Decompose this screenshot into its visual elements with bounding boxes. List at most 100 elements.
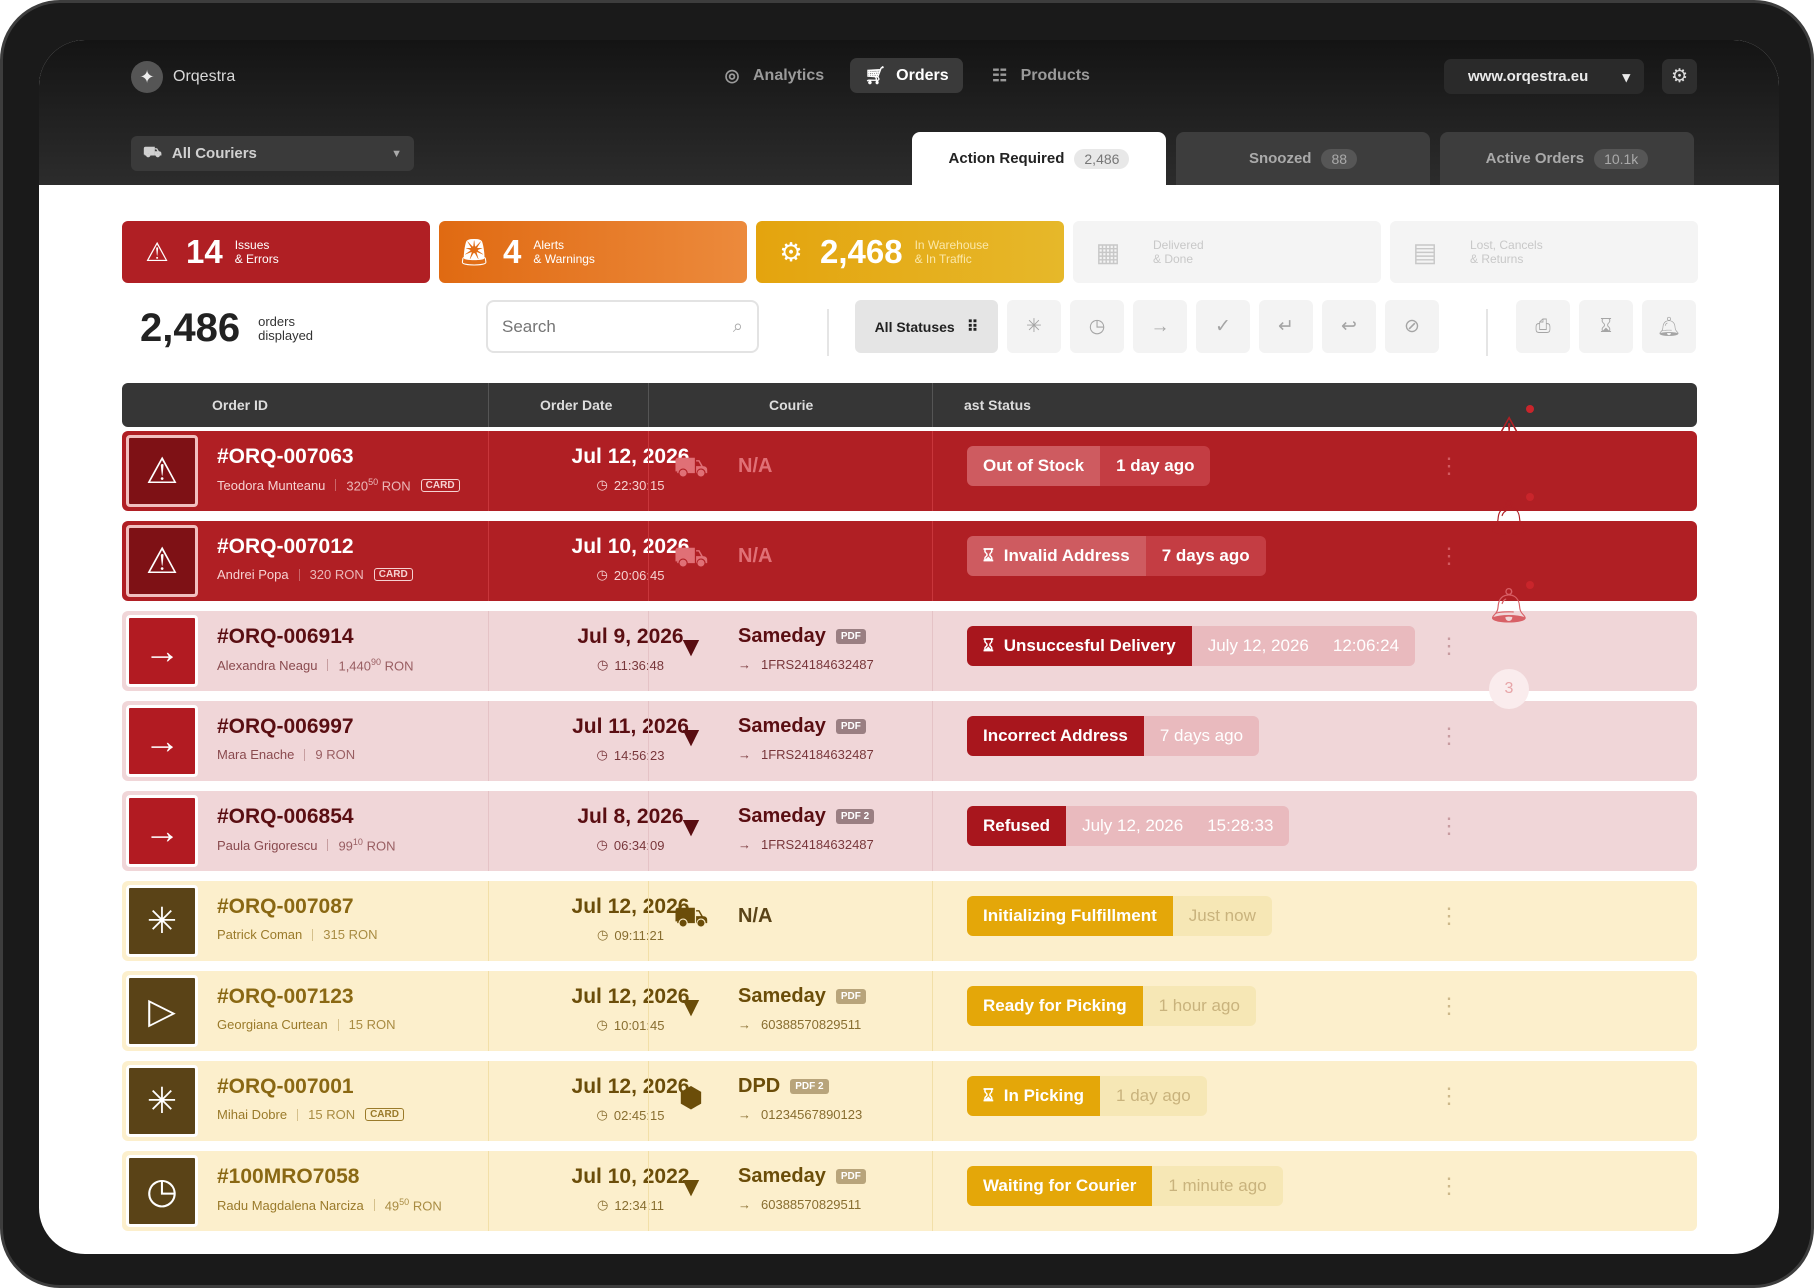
tab-label: Active Orders xyxy=(1485,150,1585,167)
summary-lost-card[interactable]: ▤ Lost, Cancels & Returns xyxy=(1390,221,1698,283)
warning-icon: ⚠ xyxy=(1493,411,1525,449)
order-customer: Mihai Dobre 15 RON CARD xyxy=(217,1107,404,1122)
side-alerts: ⚠ 🔔︎ 🔔︎ 3 xyxy=(1479,405,1539,709)
column-header-order-id[interactable]: Order ID xyxy=(212,383,268,427)
search-input[interactable] xyxy=(502,316,733,337)
filter-returned-button[interactable]: ↵ xyxy=(1259,300,1313,353)
nav-analytics[interactable]: ◎ Analytics xyxy=(707,58,838,93)
table-row[interactable]: → #ORQ-006997 Mara Enache 9 RON Jul 11, 2026… xyxy=(122,701,1697,781)
customer-name: Patrick Coman xyxy=(217,927,303,942)
status-pill[interactable]: ⌛︎ Unsuccesful Delivery July 12, 2026 12:06… xyxy=(967,626,1416,666)
print-button[interactable]: ⎙ xyxy=(1516,300,1570,353)
status-pill[interactable]: ⌛︎ In Picking 1 day ago xyxy=(967,1076,1207,1116)
outline-alert-button[interactable]: 🔔︎ xyxy=(1484,581,1534,631)
tracking-number[interactable]: 01234567890123 xyxy=(761,1107,862,1122)
order-id[interactable]: #ORQ-007087 xyxy=(217,895,354,919)
filter-cancelled-button[interactable]: ⊘ xyxy=(1385,300,1439,353)
summary-delivered-card[interactable]: ▦ Delivered & Done xyxy=(1073,221,1381,283)
table-row[interactable]: → #ORQ-006854 Paula Grigorescu 9910 RON Jul … xyxy=(122,791,1697,871)
warning-alert-button[interactable]: ⚠ xyxy=(1484,405,1534,455)
column-divider xyxy=(648,1151,649,1231)
tracking-number[interactable]: 1FRS24184632487 xyxy=(761,837,874,852)
row-menu-button[interactable]: ⋮ xyxy=(1438,453,1460,479)
order-id[interactable]: #ORQ-007001 xyxy=(217,1075,354,1099)
filter-delivered-button[interactable]: ✓ xyxy=(1196,300,1250,353)
siren-icon: 🚨︎ xyxy=(457,236,491,267)
table-row[interactable]: ✳ #ORQ-007001 Mihai Dobre 15 RON CARD Jul 12,… xyxy=(122,1061,1697,1141)
table-row[interactable]: → #ORQ-006914 Alexandra Neagu 1,44090 RON Ju… xyxy=(122,611,1697,691)
awb-pdf-button[interactable]: PDF 2 xyxy=(835,809,875,824)
column-header-courier[interactable]: Courie xyxy=(769,383,813,427)
row-menu-button[interactable]: ⋮ xyxy=(1438,723,1460,749)
all-statuses-button[interactable]: All Statuses ⠿ xyxy=(855,300,998,353)
status-pill[interactable]: Waiting for Courier 1 minute ago xyxy=(967,1166,1283,1206)
filter-double-return-button[interactable]: ↩ xyxy=(1322,300,1376,353)
domain-select[interactable]: www.orqestra.eu ▾ xyxy=(1444,59,1644,94)
filter-processing-button[interactable]: ✳ xyxy=(1007,300,1061,353)
tab-snoozed[interactable]: Snoozed 88 xyxy=(1176,132,1430,185)
app-logo[interactable]: ✦ Orqestra xyxy=(131,61,235,93)
tracking-number[interactable]: 60388570829511 xyxy=(761,1197,861,1212)
row-menu-button[interactable]: ⋮ xyxy=(1438,993,1460,1019)
tab-action-required[interactable]: Action Required 2,486 xyxy=(912,132,1166,185)
couriers-filter[interactable]: ⛟ All Couriers ▼ xyxy=(131,136,414,171)
amount-value: 320 xyxy=(346,478,369,494)
warning-icon: ⚠ xyxy=(145,450,179,491)
table-row[interactable]: ▷ #ORQ-007123 Georgiana Curtean 15 RON Jul 1… xyxy=(122,971,1697,1051)
row-menu-button[interactable]: ⋮ xyxy=(1438,903,1460,929)
column-header-status[interactable]: ast Status xyxy=(964,383,1031,427)
awb-pdf-button[interactable]: PDF xyxy=(835,719,866,734)
order-id[interactable]: #ORQ-006914 xyxy=(217,625,354,649)
settings-button[interactable]: ⚙ xyxy=(1662,59,1697,94)
tab-active-orders[interactable]: Active Orders 10.1k xyxy=(1440,132,1694,185)
column-divider xyxy=(488,971,489,1051)
table-row[interactable]: ◷ #100MRO7058 Radu Magdalena Narciza 4950 R… xyxy=(122,1151,1697,1231)
status-pill[interactable]: ⌛︎ Invalid Address 7 days ago xyxy=(967,536,1266,576)
summary-issues-card[interactable]: ⚠ 14 Issues & Errors xyxy=(122,221,430,283)
alerts-count-badge[interactable]: 3 xyxy=(1489,669,1529,709)
alarm-alert-button[interactable]: 🔔︎ xyxy=(1484,493,1534,543)
nav-products[interactable]: ☷ Products xyxy=(975,58,1104,93)
status-pill[interactable]: Initializing Fulfillment Just now xyxy=(967,896,1272,936)
awb-pdf-button[interactable]: PDF xyxy=(835,1169,866,1184)
row-menu-button[interactable]: ⋮ xyxy=(1438,1083,1460,1109)
row-menu-button[interactable]: ⋮ xyxy=(1438,813,1460,839)
courier-info: DPD PDF 2 xyxy=(738,1075,829,1098)
filter-shipped-button[interactable]: → xyxy=(1133,300,1187,353)
nav-products-label: Products xyxy=(1020,66,1090,84)
status-pill[interactable]: Out of Stock 1 day ago xyxy=(967,446,1211,486)
summary-warehouse-card[interactable]: ⚙ 2,468 In Warehouse & In Traffic xyxy=(756,221,1064,283)
tracking-number[interactable]: 60388570829511 xyxy=(761,1017,861,1032)
row-menu-button[interactable]: ⋮ xyxy=(1438,633,1460,659)
order-id[interactable]: #ORQ-007063 xyxy=(217,445,354,469)
tracking-number[interactable]: 1FRS24184632487 xyxy=(761,657,874,672)
row-menu-button[interactable]: ⋮ xyxy=(1438,543,1460,569)
status-pill[interactable]: Refused July 12, 2026 15:28:33 xyxy=(967,806,1290,846)
column-header-order-date[interactable]: Order Date xyxy=(540,383,612,427)
snooze-button[interactable]: ⌛︎ xyxy=(1579,300,1633,353)
search-icon[interactable]: ⌕ xyxy=(733,316,743,337)
column-divider xyxy=(932,611,933,691)
table-row[interactable]: ✳ #ORQ-007087 Patrick Coman 315 RON Jul 12, … xyxy=(122,881,1697,961)
table-row[interactable]: ⚠ #ORQ-007012 Andrei Popa 320 RON CARD Jul 10… xyxy=(122,521,1697,601)
order-id[interactable]: #ORQ-006997 xyxy=(217,715,354,739)
row-menu-button[interactable]: ⋮ xyxy=(1438,1173,1460,1199)
pdf-label: PDF xyxy=(795,1081,816,1092)
awb-pdf-button[interactable]: PDF xyxy=(835,989,866,1004)
order-id[interactable]: #100MRO7058 xyxy=(217,1165,359,1189)
status-pill[interactable]: Incorrect Address 7 days ago xyxy=(967,716,1260,756)
courier-logo-icon: ▼ xyxy=(677,991,705,1022)
awb-pdf-button[interactable]: PDF 2 xyxy=(790,1079,829,1094)
order-id[interactable]: #ORQ-007012 xyxy=(217,535,354,559)
nav-orders[interactable]: 🛒︎ Orders xyxy=(850,58,963,93)
tracking-number[interactable]: 1FRS24184632487 xyxy=(761,747,874,762)
notify-button[interactable]: 🔔︎ xyxy=(1642,300,1696,353)
order-id[interactable]: #ORQ-007123 xyxy=(217,985,354,1009)
order-time-value: 06:34:09 xyxy=(613,837,665,853)
status-pill[interactable]: Ready for Picking 1 hour ago xyxy=(967,986,1256,1026)
summary-alerts-card[interactable]: 🚨︎ 4 Alerts & Warnings xyxy=(439,221,747,283)
filter-pending-button[interactable]: ◷ xyxy=(1070,300,1124,353)
order-id[interactable]: #ORQ-006854 xyxy=(217,805,354,829)
awb-pdf-button[interactable]: PDF xyxy=(835,629,866,644)
table-row[interactable]: ⚠ #ORQ-007063 Teodora Munteanu 32050 RON CAR… xyxy=(122,431,1697,511)
